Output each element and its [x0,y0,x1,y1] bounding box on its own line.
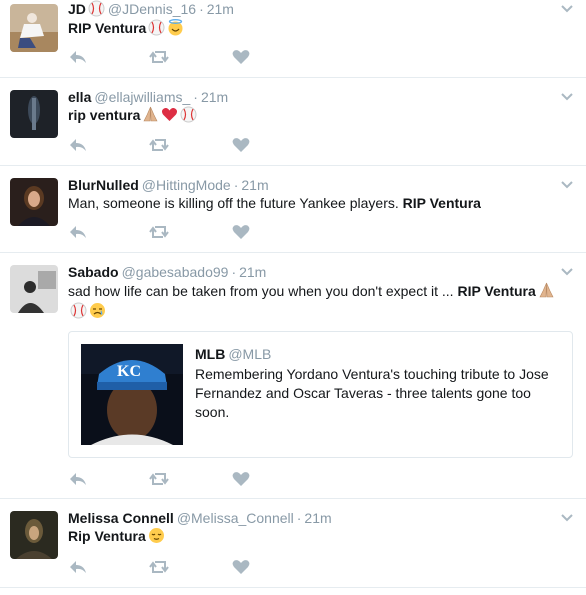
avatar[interactable] [10,178,58,226]
chevron-down-icon[interactable] [560,92,574,102]
tweet-text-plain: Man, someone is killing off the future Y… [68,195,399,211]
user-handle[interactable]: @gabesabado99 [122,264,229,280]
retweet-icon[interactable] [149,470,169,488]
tweet-feed: JD @JDennis_16 · 21m RIP Ventura ella @ellaj… [0,0,586,595]
quoted-tweet-card[interactable]: KC MLB @MLB Remembering Yordano Ventura's… [68,331,573,458]
baseball-icon [88,0,105,17]
tweet-text: Rip Ventura [68,526,568,546]
tweet[interactable]: ella @ellajwilliams_ · 21m rip ventura [0,78,586,166]
quoted-tweet-text: Remembering Yordano Ventura's touching t… [195,366,549,420]
retweet-icon[interactable] [149,558,169,576]
player-photo-royals-cap: KC [81,344,183,445]
chevron-down-icon[interactable] [560,180,574,190]
user-handle[interactable]: @ellajwilliams_ [94,89,190,105]
baseball-icon [148,19,165,36]
heart-icon[interactable] [231,558,251,576]
display-name[interactable]: JD [68,1,86,17]
display-name[interactable]: Melissa Connell [68,510,174,526]
tweet-text-bold: RIP Ventura [402,195,481,211]
praying-hands-icon [538,282,555,299]
svg-text:KC: KC [117,363,141,380]
separator: · [231,264,237,280]
tweet[interactable]: JD @JDennis_16 · 21m RIP Ventura [0,0,586,78]
reply-icon[interactable] [68,470,88,488]
heart-icon[interactable] [231,136,251,154]
halo-smiley-icon [167,19,184,36]
quoted-user-handle[interactable]: @MLB [228,346,271,362]
red-heart-icon [161,106,178,123]
chevron-down-icon[interactable] [560,267,574,277]
praying-hands-icon [142,106,159,123]
reply-icon[interactable] [68,223,88,241]
timestamp[interactable]: 21m [241,177,268,193]
tweet-text-bold: rip ventura [68,107,141,123]
heart-icon[interactable] [231,48,251,66]
crying-face-icon [89,302,106,319]
separator: · [233,177,239,193]
heart-icon[interactable] [231,223,251,241]
avatar[interactable] [10,90,58,138]
tweet-text-bold: RIP Ventura [457,283,536,299]
tweet-text-bold: Rip Ventura [68,528,146,544]
display-name[interactable]: BlurNulled [68,177,139,193]
tweet-text: Man, someone is killing off the future Y… [68,193,568,213]
separator: · [296,510,302,526]
display-name[interactable]: Sabado [68,264,119,280]
heart-icon[interactable] [231,470,251,488]
user-handle[interactable]: @JDennis_16 [108,1,196,17]
timestamp[interactable]: 21m [239,264,266,280]
separator: · [193,89,198,105]
reply-icon[interactable] [68,48,88,66]
timestamp[interactable]: 21m [207,1,234,17]
retweet-icon[interactable] [149,136,169,154]
reply-icon[interactable] [68,136,88,154]
baseball-icon [180,106,197,123]
relieved-face-icon [148,527,165,544]
display-name[interactable]: ella [68,89,91,105]
reply-icon[interactable] [68,558,88,576]
chevron-down-icon[interactable] [560,4,574,14]
user-handle[interactable]: @Melissa_Connell [177,510,294,526]
tweet-text: RIP Ventura [68,18,568,38]
baseball-icon [70,302,87,319]
avatar[interactable] [10,4,58,52]
avatar[interactable] [10,511,58,559]
user-handle[interactable]: @HittingMode [142,177,231,193]
timestamp[interactable]: 21m [201,89,228,105]
retweet-icon[interactable] [149,223,169,241]
tweet-text-bold: RIP Ventura [68,20,147,36]
chevron-down-icon[interactable] [560,513,574,523]
quoted-display-name[interactable]: MLB [195,346,225,362]
tweet-text: sad how life can be taken from you when … [68,281,573,321]
retweet-icon[interactable] [149,48,169,66]
tweet[interactable]: Sabado @gabesabado99 · 21m sad how life can… [0,253,586,499]
tweet[interactable]: BlurNulled @HittingMode · 21m Man, someone … [0,166,586,253]
tweet[interactable]: Melissa Connell @Melissa_Connell · 21m Rip … [0,499,586,588]
timestamp[interactable]: 21m [304,510,331,526]
avatar[interactable] [10,265,58,313]
separator: · [199,1,204,17]
tweet-text-plain: sad how life can be taken from you when … [68,283,454,299]
tweet-text: rip ventura [68,105,568,125]
